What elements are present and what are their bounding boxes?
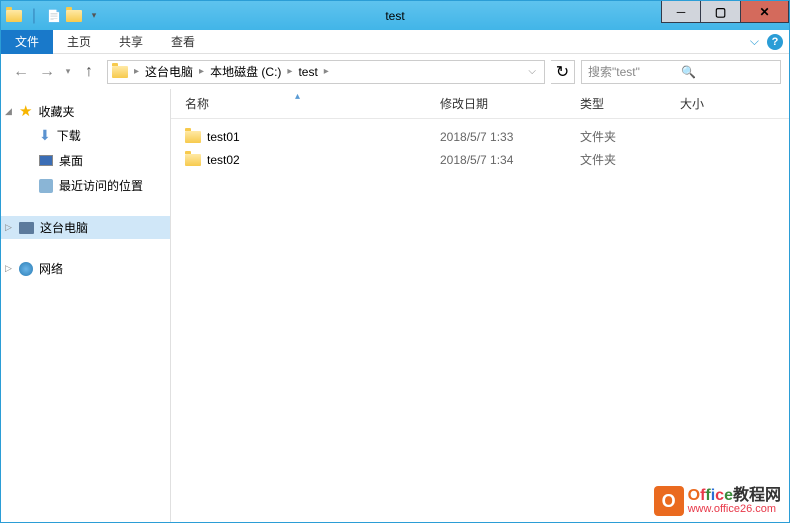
breadcrumb-folder[interactable]: test — [294, 65, 321, 79]
file-name: test02 — [207, 153, 240, 167]
file-row[interactable]: test01 2018/5/7 1:33 文件夹 — [171, 125, 789, 148]
folder-icon — [185, 131, 201, 143]
up-button[interactable]: ↑ — [77, 60, 101, 84]
sidebar-favorites[interactable]: ◢ ★ 收藏夹 — [1, 99, 170, 123]
forward-button[interactable]: → — [35, 60, 59, 84]
network-icon — [19, 262, 33, 276]
close-icon: ✕ — [759, 5, 769, 19]
sidebar: ◢ ★ 收藏夹 ⬇ 下载 桌面 最近访问的位置 — [1, 89, 171, 522]
refresh-button[interactable]: ↻ — [551, 60, 575, 84]
chevron-down-icon: ▾ — [66, 66, 71, 77]
thispc-group: ▷ 这台电脑 — [1, 216, 170, 239]
search-icon[interactable]: 🔍 — [681, 65, 774, 79]
arrow-left-icon: ← — [13, 63, 29, 81]
explorer-window: | 📄 ▾ test ─ ▢ ✕ 文件 主页 共享 查看 ⌵ ? ← → ▾ ↑… — [0, 0, 790, 523]
file-date: 2018/5/7 1:34 — [440, 153, 580, 167]
network-group: ▷ 网络 — [1, 257, 170, 280]
qat-separator: | — [25, 7, 43, 25]
breadcrumb-drive[interactable]: 本地磁盘 (C:) — [206, 63, 285, 80]
expand-ribbon-icon[interactable]: ⌵ — [750, 34, 759, 49]
file-row[interactable]: test02 2018/5/7 1:34 文件夹 — [171, 148, 789, 171]
tab-share[interactable]: 共享 — [105, 30, 157, 54]
sidebar-recent[interactable]: 最近访问的位置 — [1, 173, 170, 198]
navbar: ← → ▾ ↑ ▸ 这台电脑 ▸ 本地磁盘 (C:) ▸ test ▸ ⌵ ↻ … — [1, 54, 789, 89]
titlebar[interactable]: | 📄 ▾ test ─ ▢ ✕ — [1, 1, 789, 30]
expand-icon[interactable]: ▷ — [5, 263, 12, 274]
column-size[interactable]: 大小 — [680, 95, 740, 112]
breadcrumb-sep-icon[interactable]: ▸ — [322, 66, 331, 77]
file-name: test01 — [207, 130, 240, 144]
expand-icon[interactable]: ▷ — [5, 222, 12, 233]
qat: | 📄 ▾ — [1, 7, 103, 25]
watermark-url: www.office26.com — [688, 504, 781, 515]
content: ◢ ★ 收藏夹 ⬇ 下载 桌面 最近访问的位置 — [1, 89, 789, 522]
network-label: 网络 — [39, 260, 63, 277]
tab-view[interactable]: 查看 — [157, 30, 209, 54]
window-title: test — [385, 9, 404, 23]
download-icon: ⬇ — [39, 127, 51, 144]
properties-icon[interactable]: 📄 — [45, 7, 63, 25]
column-date[interactable]: 修改日期 — [440, 95, 580, 112]
search-input[interactable]: 搜索"test" 🔍 — [581, 60, 781, 84]
computer-icon — [19, 222, 34, 234]
file-area: 名称 ▴ 修改日期 类型 大小 test01 2018/5/7 1:33 文件夹… — [171, 89, 789, 522]
recent-dropdown[interactable]: ▾ — [61, 60, 75, 84]
sidebar-network[interactable]: ▷ 网络 — [1, 257, 170, 280]
tab-home[interactable]: 主页 — [53, 30, 105, 54]
folder-icon — [5, 7, 23, 25]
qat-dropdown-icon[interactable]: ▾ — [85, 7, 103, 25]
watermark-brand: Office教程网 — [688, 488, 781, 504]
close-button[interactable]: ✕ — [741, 1, 789, 23]
breadcrumb-thispc[interactable]: 这台电脑 — [141, 63, 197, 80]
file-date: 2018/5/7 1:33 — [440, 130, 580, 144]
breadcrumb-dropdown-icon[interactable]: ⌵ — [528, 66, 540, 77]
column-name[interactable]: 名称 ▴ — [185, 95, 440, 112]
help-icon[interactable]: ? — [767, 34, 783, 50]
maximize-icon: ▢ — [715, 5, 726, 19]
breadcrumb[interactable]: ▸ 这台电脑 ▸ 本地磁盘 (C:) ▸ test ▸ ⌵ — [107, 60, 545, 84]
back-button[interactable]: ← — [9, 60, 33, 84]
refresh-icon: ↻ — [556, 62, 569, 82]
sidebar-thispc[interactable]: ▷ 这台电脑 — [1, 216, 170, 239]
desktop-label: 桌面 — [59, 152, 83, 169]
maximize-button[interactable]: ▢ — [701, 1, 741, 23]
downloads-label: 下载 — [57, 127, 81, 144]
collapse-icon[interactable]: ◢ — [5, 106, 12, 117]
arrow-right-icon: → — [39, 63, 55, 81]
favorites-group: ◢ ★ 收藏夹 ⬇ 下载 桌面 最近访问的位置 — [1, 99, 170, 198]
breadcrumb-sep-icon[interactable]: ▸ — [197, 66, 206, 77]
recent-icon — [39, 179, 53, 193]
column-type[interactable]: 类型 — [580, 95, 680, 112]
window-controls: ─ ▢ ✕ — [661, 1, 789, 23]
newfolder-icon[interactable] — [65, 7, 83, 25]
sidebar-downloads[interactable]: ⬇ 下载 — [1, 123, 170, 148]
recent-label: 最近访问的位置 — [59, 177, 143, 194]
watermark: O Office教程网 www.office26.com — [654, 486, 781, 516]
thispc-label: 这台电脑 — [40, 219, 88, 236]
minimize-button[interactable]: ─ — [661, 1, 701, 23]
star-icon: ★ — [19, 102, 32, 120]
file-tab[interactable]: 文件 — [1, 30, 53, 54]
breadcrumb-sep-icon[interactable]: ▸ — [285, 66, 294, 77]
ribbon: 文件 主页 共享 查看 ⌵ ? — [1, 30, 789, 54]
minimize-icon: ─ — [677, 5, 686, 19]
file-list: test01 2018/5/7 1:33 文件夹 test02 2018/5/7… — [171, 119, 789, 177]
file-type: 文件夹 — [580, 151, 680, 168]
location-folder-icon — [112, 66, 128, 78]
favorites-label: 收藏夹 — [38, 103, 74, 120]
sidebar-desktop[interactable]: 桌面 — [1, 148, 170, 173]
arrow-up-icon: ↑ — [85, 63, 93, 81]
desktop-icon — [39, 155, 53, 166]
watermark-logo-icon: O — [654, 486, 684, 516]
search-placeholder: 搜索"test" — [588, 63, 681, 80]
file-type: 文件夹 — [580, 128, 680, 145]
breadcrumb-sep-icon[interactable]: ▸ — [132, 66, 141, 77]
folder-icon — [185, 154, 201, 166]
column-headers: 名称 ▴ 修改日期 类型 大小 — [171, 89, 789, 119]
sort-asc-icon: ▴ — [295, 91, 300, 102]
